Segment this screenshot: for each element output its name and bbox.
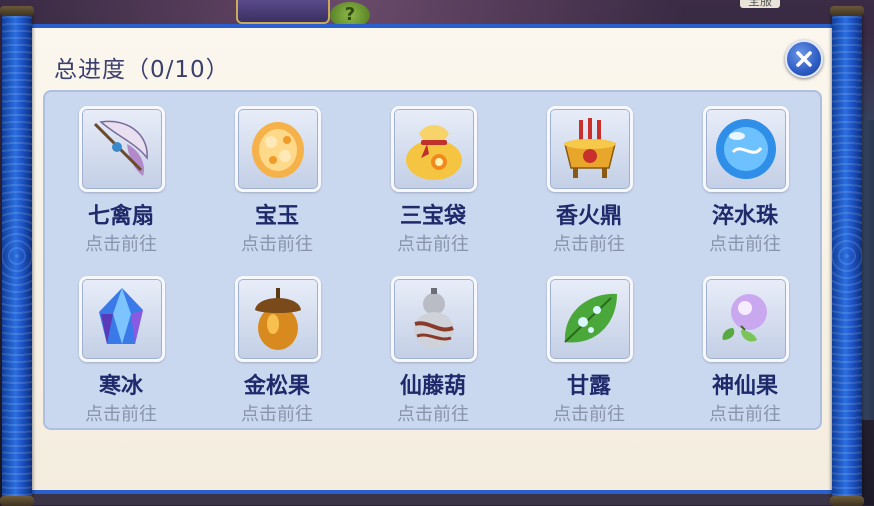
- item-name: 香火鼎: [555, 204, 622, 229]
- goto-link[interactable]: 点击前往: [529, 230, 649, 256]
- treasure-bag-icon: [406, 125, 462, 180]
- item-name: 淬水珠: [711, 204, 778, 229]
- item-slot[interactable]: [547, 276, 633, 362]
- item-qiqinshan[interactable]: 七禽扇 点击前往: [61, 106, 181, 266]
- scroll-roller-right: [830, 6, 864, 506]
- item-cuishuizhu[interactable]: 淬水珠 点击前往: [685, 106, 805, 266]
- gourd-icon: [414, 288, 454, 348]
- item-name: 三宝袋: [399, 204, 466, 229]
- item-sanbaodai[interactable]: 三宝袋 点击前往: [373, 106, 493, 266]
- jade-icon: [252, 122, 304, 178]
- goto-link[interactable]: 点击前往: [61, 400, 181, 426]
- item-shenxianguo[interactable]: 神仙果 点击前往: [685, 276, 805, 436]
- water-orb-icon: [716, 119, 776, 179]
- fairy-fruit-icon: [722, 294, 767, 342]
- goto-link[interactable]: 点击前往: [685, 400, 805, 426]
- items-panel: 七禽扇 点击前往 宝玉 点击前往 三宝袋 点击前往 香火鼎 点击前往 淬水珠 点…: [43, 90, 822, 430]
- item-name: 宝玉: [254, 204, 299, 229]
- item-name: 金松果: [243, 374, 310, 399]
- goto-link[interactable]: 点击前往: [685, 230, 805, 256]
- item-slot[interactable]: [391, 106, 477, 192]
- server-label: 全服: [740, 0, 781, 8]
- goto-link[interactable]: 点击前往: [217, 230, 337, 256]
- close-button[interactable]: [785, 40, 823, 78]
- item-name: 七禽扇: [87, 204, 154, 229]
- item-slot[interactable]: [547, 106, 633, 192]
- item-xianghuoding[interactable]: 香火鼎 点击前往: [529, 106, 649, 266]
- item-baoyu[interactable]: 宝玉 点击前往: [217, 106, 337, 266]
- goto-link[interactable]: 点击前往: [529, 400, 649, 426]
- item-slot[interactable]: [79, 106, 165, 192]
- item-slot[interactable]: [235, 276, 321, 362]
- scroll-roller-left: [0, 6, 34, 506]
- leaf-dew-icon: [564, 293, 617, 343]
- item-name: 甘露: [566, 374, 611, 399]
- item-slot[interactable]: [79, 276, 165, 362]
- feather-fan-icon: [93, 120, 148, 176]
- goto-link[interactable]: 点击前往: [61, 230, 181, 256]
- item-slot[interactable]: [703, 276, 789, 362]
- hero-portrait: [236, 0, 330, 24]
- acorn-icon: [255, 288, 301, 350]
- item-name: 神仙果: [711, 374, 778, 399]
- close-icon: [796, 51, 812, 67]
- item-name: 寒冰: [98, 374, 143, 399]
- item-slot[interactable]: [703, 106, 789, 192]
- item-ganlu[interactable]: 甘露 点击前往: [529, 276, 649, 436]
- item-jinsongguo[interactable]: 金松果 点击前往: [217, 276, 337, 436]
- item-slot[interactable]: [391, 276, 477, 362]
- goto-link[interactable]: 点击前往: [373, 230, 493, 256]
- incense-cauldron-icon: [564, 118, 616, 178]
- goto-link[interactable]: 点击前往: [373, 400, 493, 426]
- item-slot[interactable]: [235, 106, 321, 192]
- item-hanbing[interactable]: 寒冰 点击前往: [61, 276, 181, 436]
- ice-crystal-icon: [99, 288, 143, 344]
- item-xiantenghu[interactable]: 仙藤葫 点击前往: [373, 276, 493, 436]
- progress-title: 总进度（0/10）: [54, 57, 230, 83]
- goto-link[interactable]: 点击前往: [217, 400, 337, 426]
- item-name: 仙藤葫: [399, 374, 466, 399]
